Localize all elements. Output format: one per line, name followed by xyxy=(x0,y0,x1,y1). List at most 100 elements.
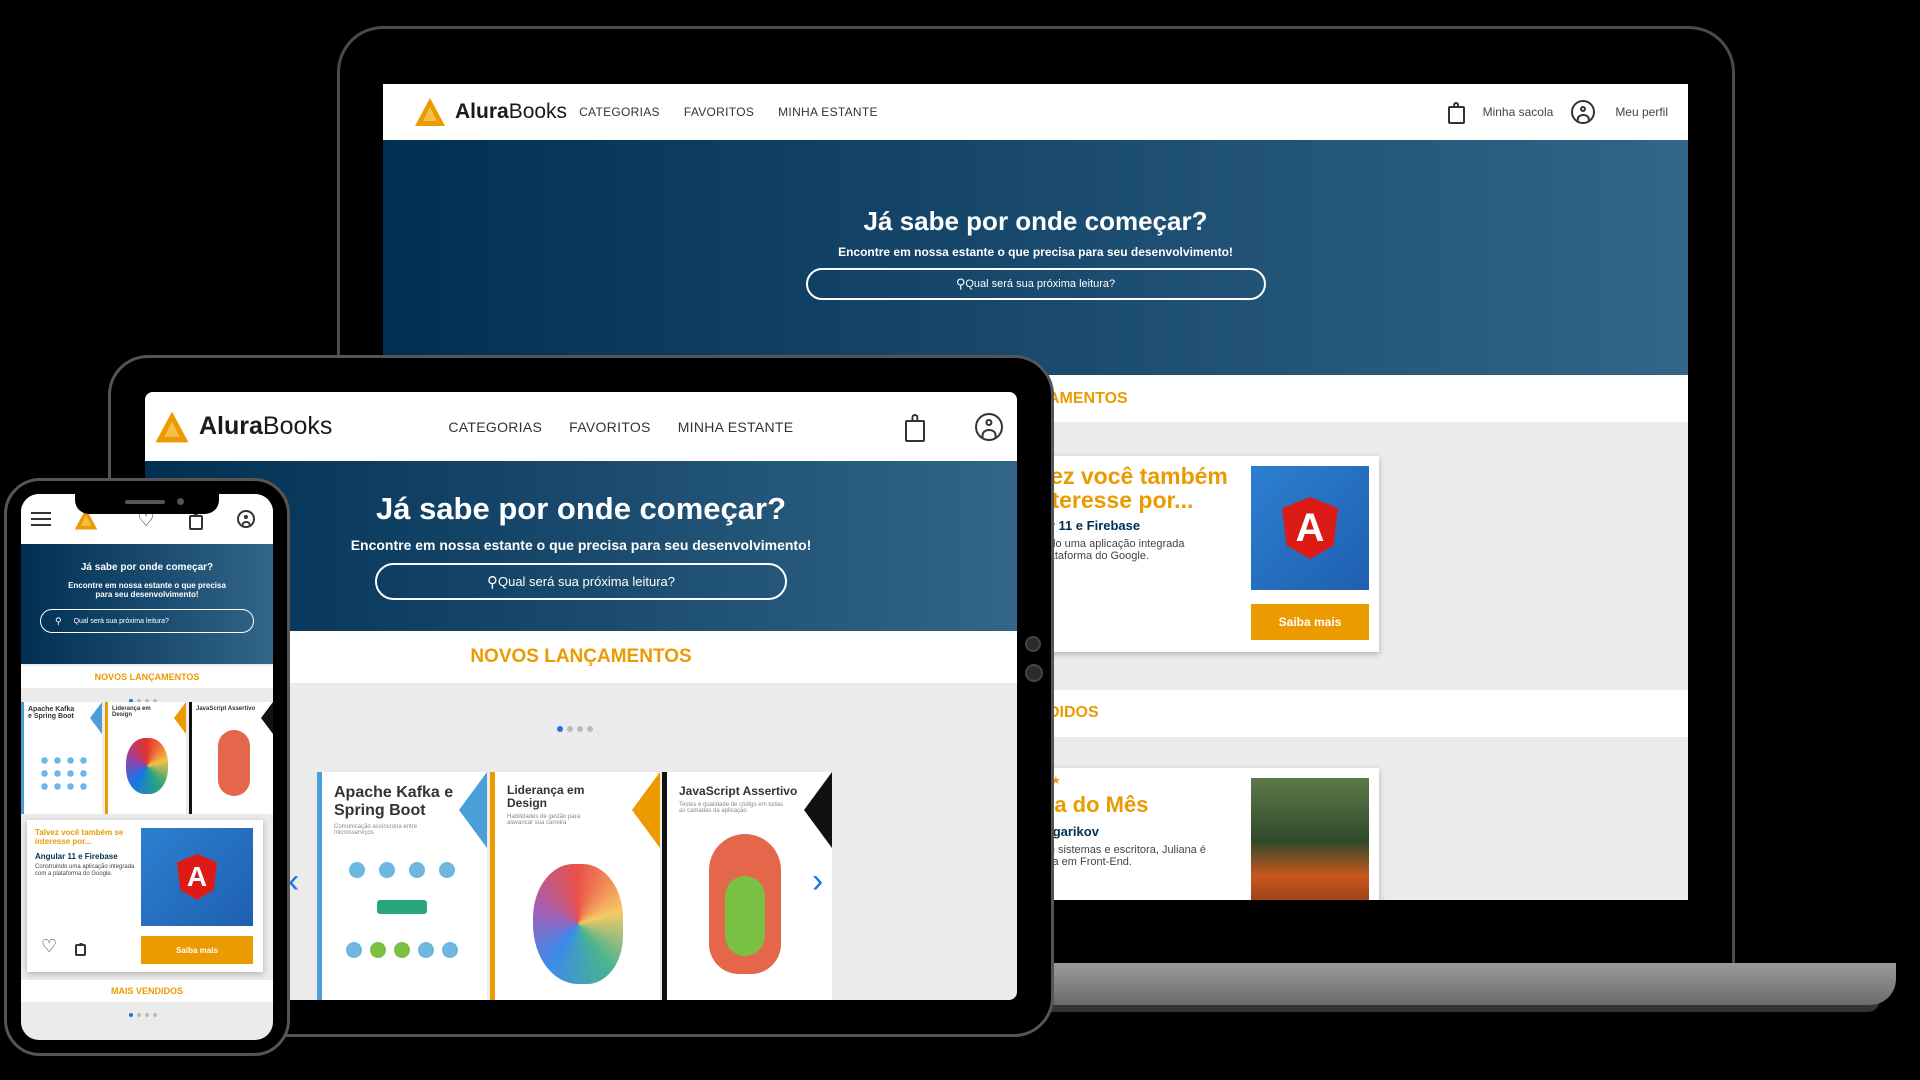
recommend-desc: ruindo uma aplicação integrada a platafo… xyxy=(1031,538,1185,562)
search-icon: ⚲ xyxy=(486,573,498,591)
book-cover-javascript[interactable]: JavaScript Assertivo Testes e qualidade … xyxy=(662,772,832,1000)
tablet-header: AluraBooks CATEGORIAS FAVORITOS MINHA ES… xyxy=(145,392,1017,461)
new-releases-title: NOVOS LANÇAMENTOS xyxy=(470,646,692,667)
bag-icon[interactable] xyxy=(905,419,925,442)
search-input[interactable]: ⚲ Qual será sua próxima leitura? xyxy=(375,563,787,600)
tablet-camera xyxy=(1025,636,1041,652)
hero-subtitle: Encontre em nossa estante o que precisa … xyxy=(21,581,273,599)
book-cover-lideranca[interactable]: Liderança em Design Habilidades de gestã… xyxy=(490,772,660,1000)
best-sellers-title: MAIS VENDIDOS xyxy=(110,986,183,996)
search-placeholder: Qual será sua próxima leitura? xyxy=(965,278,1116,290)
bag-icon[interactable] xyxy=(1447,106,1465,124)
book-subtitle: Testes e qualidade de código em todas as… xyxy=(679,802,784,814)
carousel-dot-1[interactable] xyxy=(129,1013,133,1017)
logo-icon[interactable] xyxy=(415,98,445,126)
angular-letter: A xyxy=(1295,505,1325,550)
user-icon[interactable] xyxy=(236,510,255,528)
menu-icon[interactable] xyxy=(31,508,51,530)
brand-name[interactable]: AluraBooks xyxy=(199,412,332,441)
hero-subtitle: Encontre em nossa estante o que precisa … xyxy=(838,245,1233,259)
hero-title: Já sabe por onde começar? xyxy=(863,206,1208,236)
carousel-dots-best[interactable] xyxy=(127,1004,159,1022)
book-title: Liderança em Design xyxy=(507,783,585,810)
tablet-sensor xyxy=(1025,664,1043,682)
book-cover-lideranca[interactable]: Liderança em Design xyxy=(105,702,186,814)
angular-logo-icon: A xyxy=(1282,497,1338,559)
search-input[interactable]: ⚲ Qual será sua próxima leitura? xyxy=(805,268,1266,300)
carousel-dot-2[interactable] xyxy=(567,726,573,732)
user-icon[interactable] xyxy=(975,412,1003,441)
nav-shelf[interactable]: MINHA ESTANTE xyxy=(778,105,878,119)
book-title: Apache Kafka e Spring Boot xyxy=(334,784,454,819)
book-art xyxy=(126,738,168,794)
search-icon: ⚲ xyxy=(955,276,966,291)
carousel-dot-4[interactable] xyxy=(153,1013,157,1017)
bag-label[interactable]: Minha sacola xyxy=(1483,105,1554,119)
brand-light: Books xyxy=(262,412,333,440)
laptop-hero: Já sabe por onde começar? Encontre em no… xyxy=(383,140,1688,375)
book-accent xyxy=(174,702,186,734)
new-releases-title: NOVOS LANÇAMENTOS xyxy=(94,672,200,682)
brand-bold: Alura xyxy=(455,100,509,123)
recommend-title: Talvez você também se interesse por... xyxy=(35,828,124,846)
chevron-right-icon[interactable]: › xyxy=(812,862,823,901)
nav-shelf[interactable]: MINHA ESTANTE xyxy=(678,419,794,435)
book-accent xyxy=(459,772,487,848)
new-releases-title: AMENTOS xyxy=(1048,390,1128,407)
bag-icon[interactable] xyxy=(188,514,203,530)
book-diagram xyxy=(38,754,90,794)
angular-book-cover[interactable]: A xyxy=(141,828,253,926)
saiba-mais-button[interactable]: Saiba mais xyxy=(141,936,253,964)
book-diagram xyxy=(342,862,462,982)
recommend-desc-line1: ruindo uma aplicação integrada xyxy=(1031,538,1185,550)
recommend-desc-line2: a plataforma do Google. xyxy=(1031,550,1150,562)
nav-categories[interactable]: CATEGORIAS xyxy=(579,105,660,119)
recommend-title-line2: interesse por... xyxy=(1031,487,1194,513)
book-art xyxy=(709,834,781,974)
book-accent xyxy=(261,702,273,734)
carousel-dot-2[interactable] xyxy=(137,1013,141,1017)
book-title: Liderança em Design xyxy=(112,706,151,718)
book-subtitle: Comunicação assíncrona entre microsservi… xyxy=(334,824,418,836)
phone-screen: ♡ Já sabe por onde começar? Encontre em … xyxy=(21,494,273,1040)
search-icon: ⚲ xyxy=(55,615,62,626)
heart-icon[interactable]: ♡ xyxy=(41,936,57,957)
carousel-dot-3[interactable] xyxy=(145,1013,149,1017)
logo-icon[interactable] xyxy=(155,411,189,442)
bag-icon[interactable] xyxy=(75,944,86,956)
recommend-desc: Construindo uma aplicação integrada com … xyxy=(35,864,135,877)
hero-subtitle-line1: Encontre em nossa estante o que precisa xyxy=(68,581,226,590)
nav-categories[interactable]: CATEGORIAS xyxy=(448,419,542,435)
nav-favorites[interactable]: FAVORITOS xyxy=(569,419,651,435)
laptop-recommend-card: lvez você também interesse por... ular 1… xyxy=(1003,456,1379,652)
angular-book-cover[interactable]: A xyxy=(1251,466,1369,590)
carousel-dot-1[interactable] xyxy=(557,726,563,732)
recommend-book: Angular 11 e Firebase xyxy=(35,852,118,861)
book-accent xyxy=(804,772,832,848)
user-icon[interactable] xyxy=(1571,100,1596,124)
laptop-header: AluraBooks CATEGORIAS FAVORITOS MINHA ES… xyxy=(383,84,1688,140)
phone-notch xyxy=(75,492,219,514)
phone-new-section-bar: NOVOS LANÇAMENTOS xyxy=(21,666,273,688)
book-cover-kafka[interactable]: Apache Kafka e Spring Boot xyxy=(21,702,102,814)
profile-label[interactable]: Meu perfil xyxy=(1615,105,1668,119)
book-cover-kafka[interactable]: Apache Kafka e Spring Boot Comunicação a… xyxy=(317,772,487,1000)
nav-favorites[interactable]: FAVORITOS xyxy=(684,105,754,119)
book-title: Apache Kafka e Spring Boot xyxy=(28,706,75,720)
book-art xyxy=(218,730,250,796)
laptop-base xyxy=(1000,963,1896,1005)
carousel-dot-3[interactable] xyxy=(577,726,583,732)
carousel-dot-4[interactable] xyxy=(587,726,593,732)
search-input[interactable]: ⚲ Qual será sua próxima leitura? xyxy=(40,609,254,633)
book-subtitle: Habilidades de gestão para alavancar sua… xyxy=(507,814,581,826)
angular-logo-icon: A xyxy=(177,854,217,900)
brand-name[interactable]: AluraBooks xyxy=(455,100,567,124)
book-title: JavaScript Assertivo xyxy=(679,784,798,798)
saiba-mais-button[interactable]: Saiba mais xyxy=(1251,604,1369,640)
book-accent xyxy=(632,772,660,848)
book-cover-javascript[interactable]: JavaScript Assertivo xyxy=(189,702,273,814)
hero-title: Já sabe por onde começar? xyxy=(80,562,214,573)
carousel-dots[interactable] xyxy=(555,719,595,737)
phone-best-section-bar: MAIS VENDIDOS xyxy=(21,980,273,1002)
best-sellers-title: DIDOS xyxy=(1048,704,1099,721)
